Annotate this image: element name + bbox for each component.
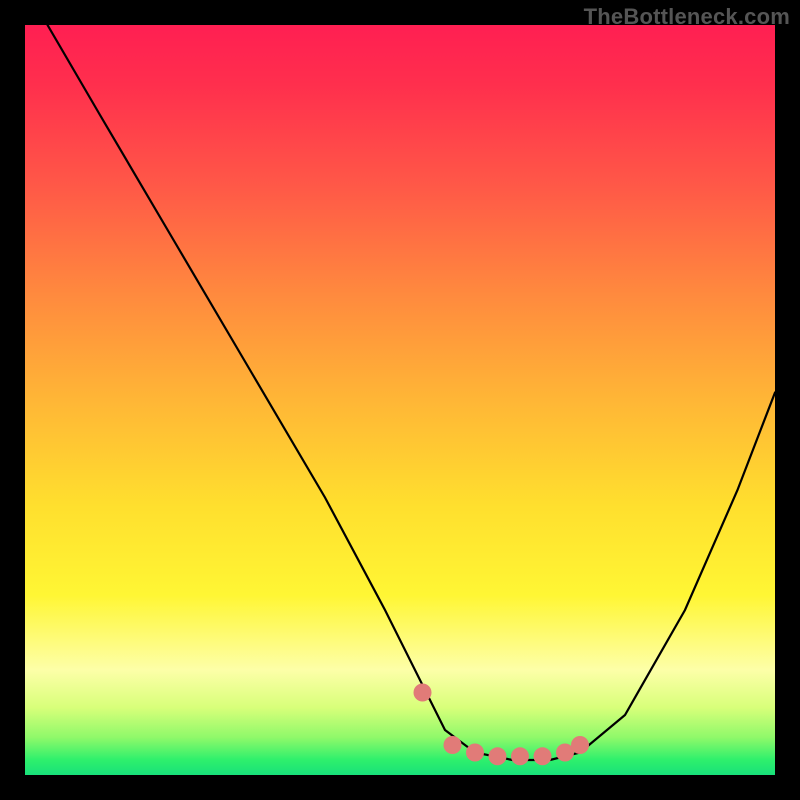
highlight-dot — [414, 684, 432, 702]
highlight-dot — [489, 747, 507, 765]
highlight-dots — [414, 684, 590, 766]
highlight-dot — [571, 736, 589, 754]
curve-layer — [25, 25, 775, 775]
watermark-text: TheBottleneck.com — [584, 4, 790, 30]
bottleneck-curve — [48, 25, 776, 760]
highlight-dot — [444, 736, 462, 754]
highlight-dot — [534, 747, 552, 765]
plot-area — [25, 25, 775, 775]
highlight-dot — [511, 747, 529, 765]
highlight-dot — [466, 744, 484, 762]
chart-frame: TheBottleneck.com — [0, 0, 800, 800]
